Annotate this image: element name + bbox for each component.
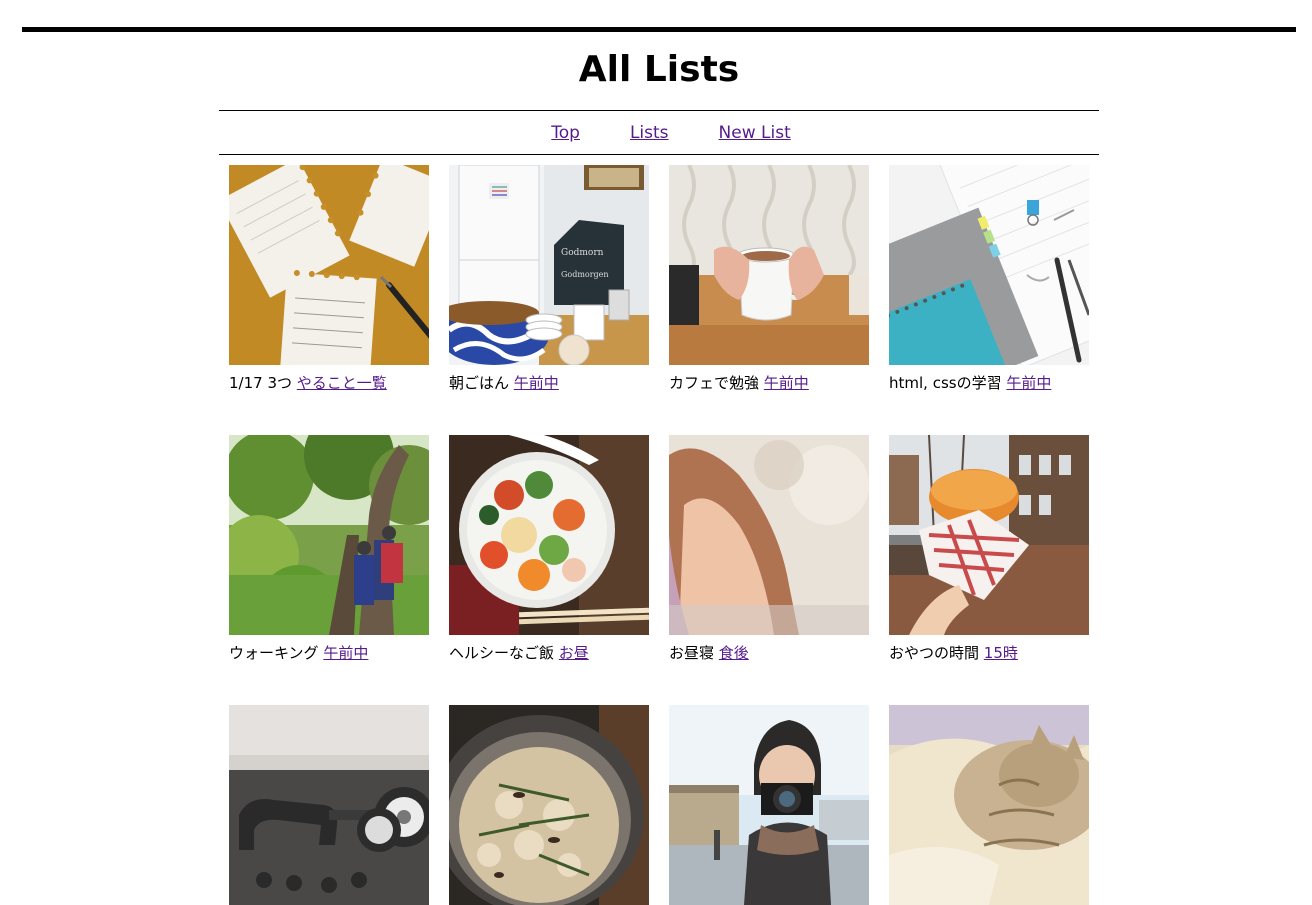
list-card: html, cssの学習 午前中 [889, 165, 1089, 393]
list-name: ウォーキング [229, 644, 319, 662]
list-tag-link[interactable]: お昼 [559, 644, 589, 662]
list-card [449, 705, 649, 905]
list-card [889, 705, 1089, 905]
list-name: 朝ごはん [449, 374, 510, 392]
list-card [229, 705, 429, 905]
list-tag-link[interactable]: 午前中 [764, 374, 809, 392]
main-nav: Top Lists New List [219, 110, 1099, 155]
list-card: おやつの時間 15時 [889, 435, 1089, 663]
svg-text:Godmorn: Godmorn [561, 248, 604, 258]
sleeping-child-photo[interactable] [669, 435, 869, 635]
list-caption: html, cssの学習 午前中 [889, 373, 1089, 393]
salad-bowl-photo[interactable] [449, 435, 649, 635]
list-name: お昼寝 [669, 644, 715, 662]
list-caption: 1/17 3つ やること一覧 [229, 373, 429, 393]
sleeping-cat-photo[interactable] [889, 705, 1089, 905]
coffee-mug-photo[interactable] [669, 165, 869, 365]
ab-roller-photo[interactable] [229, 705, 429, 905]
list-caption: おやつの時間 15時 [889, 643, 1089, 663]
list-tag-link[interactable]: 午前中 [323, 644, 368, 662]
list-name: 1/17 3つ [229, 374, 292, 392]
forest-hikers-photo[interactable] [229, 435, 429, 635]
list-card: お昼寝 食後 [669, 435, 869, 663]
list-card: カフェで勉強 午前中 [669, 165, 869, 393]
list-tag-link[interactable]: やること一覧 [297, 374, 387, 392]
list-caption: 朝ごはん 午前中 [449, 373, 649, 393]
list-caption: ヘルシーなご飯 お昼 [449, 643, 649, 663]
list-caption: カフェで勉強 午前中 [669, 373, 869, 393]
list-tag-link[interactable]: 食後 [719, 644, 749, 662]
nav-link-new-list[interactable]: New List [719, 123, 791, 143]
list-name: html, cssの学習 [889, 374, 1002, 392]
nav-link-top[interactable]: Top [551, 123, 580, 143]
list-tag-link[interactable]: 午前中 [1006, 374, 1051, 392]
page-title: All Lists [578, 49, 740, 90]
photographer-camera-photo[interactable] [669, 705, 869, 905]
list-name: おやつの時間 [889, 644, 980, 662]
top-rule [22, 27, 1296, 32]
kitchen-breakfast-photo[interactable]: Godmorn Godmorgen [449, 165, 649, 365]
svg-text:Godmorgen: Godmorgen [561, 270, 609, 279]
list-name: カフェで勉強 [669, 374, 760, 392]
notepad-sheets-photo[interactable] [229, 165, 429, 365]
list-card [669, 705, 869, 905]
list-card: ヘルシーなご飯 お昼 [449, 435, 649, 663]
list-caption: お昼寝 食後 [669, 643, 869, 663]
list-caption: ウォーキング 午前中 [229, 643, 429, 663]
list-name: ヘルシーなご飯 [449, 644, 555, 662]
list-card: 1/17 3つ やること一覧 [229, 165, 429, 393]
list-card: Godmorn Godmorgen 朝ごはん 午前中 [449, 165, 649, 393]
list-tag-link[interactable]: 15時 [984, 644, 1018, 662]
nav-link-lists[interactable]: Lists [630, 123, 669, 143]
rice-pot-photo[interactable] [449, 705, 649, 905]
stroopwafel-street-photo[interactable] [889, 435, 1089, 635]
list-tag-link[interactable]: 午前中 [514, 374, 559, 392]
list-card: ウォーキング 午前中 [229, 435, 429, 663]
notebooks-pens-photo[interactable] [889, 165, 1089, 365]
